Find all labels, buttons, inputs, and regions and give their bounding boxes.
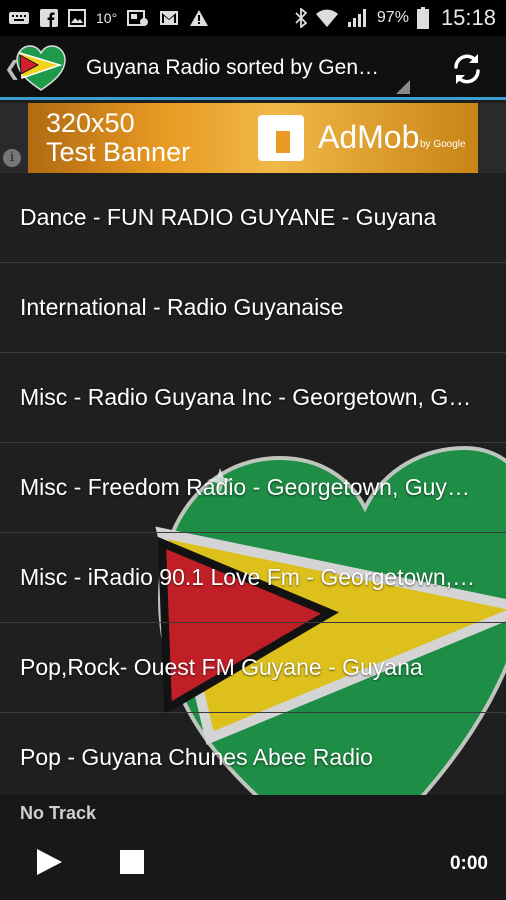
ad-line-2: Test Banner bbox=[46, 137, 191, 167]
ad-banner[interactable]: 320x50 Test Banner AdMob by Google bbox=[28, 103, 478, 173]
ad-brand: AdMob bbox=[318, 119, 420, 155]
news-icon bbox=[127, 10, 149, 26]
stop-icon[interactable] bbox=[120, 850, 144, 874]
list-item[interactable]: Misc - iRadio 90.1 Love Fm - Georgetown,… bbox=[0, 533, 506, 623]
ad-brand-sub: by Google bbox=[420, 139, 466, 150]
ad-line-1: 320x50 bbox=[46, 108, 135, 138]
station-label: International - Radio Guyanaise bbox=[20, 294, 344, 320]
player-bar: No Track 0:00 bbox=[0, 795, 506, 900]
gmail-icon bbox=[160, 11, 179, 25]
admob-logo-icon bbox=[258, 115, 304, 161]
station-label: Dance - FUN RADIO GUYANE - Guyana bbox=[20, 204, 437, 230]
action-bar: ❮ Guyana Radio sorted by Gen… bbox=[0, 36, 506, 100]
list-item[interactable]: Dance - FUN RADIO GUYANE - Guyana bbox=[0, 173, 506, 263]
status-bar: 10° 97% 15:18 bbox=[0, 0, 506, 36]
ad-info-icon[interactable]: i bbox=[3, 149, 21, 167]
station-label: Pop - Guyana Chunes Abee Radio bbox=[20, 744, 373, 770]
signal-icon bbox=[347, 9, 366, 27]
battery-icon bbox=[416, 7, 429, 29]
ad-text: 320x50 Test Banner bbox=[46, 109, 190, 167]
station-list[interactable]: Dance - FUN RADIO GUYANE - Guyana Intern… bbox=[0, 173, 506, 795]
gallery-icon bbox=[68, 9, 86, 27]
spinner-dropdown-icon[interactable] bbox=[396, 80, 410, 94]
wifi-icon bbox=[315, 9, 338, 27]
station-label: Misc - Radio Guyana Inc - Georgetown, Gu… bbox=[20, 384, 476, 410]
list-item[interactable]: International - Radio Guyanaise bbox=[0, 263, 506, 353]
list-item[interactable]: Pop - Guyana Chunes Abee Radio bbox=[0, 713, 506, 795]
station-label: Pop,Rock- Ouest FM Guyane - Guyana bbox=[20, 654, 423, 680]
station-label: Misc - Freedom Radio - Georgetown, Guyan… bbox=[20, 474, 476, 500]
guyana-heart-logo[interactable] bbox=[16, 44, 66, 92]
bluetooth-icon bbox=[295, 8, 307, 28]
station-label: Misc - iRadio 90.1 Love Fm - Georgetown,… bbox=[20, 564, 476, 590]
list-item[interactable]: Misc - Freedom Radio - Georgetown, Guyan… bbox=[0, 443, 506, 533]
ad-row: i 320x50 Test Banner AdMob by Google bbox=[0, 103, 506, 173]
list-item[interactable]: Pop,Rock- Ouest FM Guyane - Guyana bbox=[0, 623, 506, 713]
playback-time: 0:00 bbox=[449, 853, 488, 874]
battery-percent: 97% bbox=[376, 9, 409, 26]
list-item[interactable]: Misc - Radio Guyana Inc - Georgetown, Gu… bbox=[0, 353, 506, 443]
warning-icon bbox=[190, 10, 209, 26]
play-icon[interactable] bbox=[34, 847, 64, 877]
screen-title[interactable]: Guyana Radio sorted by Gen… bbox=[86, 56, 386, 80]
track-title: No Track bbox=[20, 803, 97, 823]
keyboard-icon bbox=[9, 12, 29, 24]
temperature-text: 10° bbox=[96, 10, 118, 26]
refresh-icon[interactable] bbox=[448, 50, 486, 88]
facebook-icon bbox=[40, 9, 58, 27]
clock: 15:18 bbox=[440, 5, 496, 30]
